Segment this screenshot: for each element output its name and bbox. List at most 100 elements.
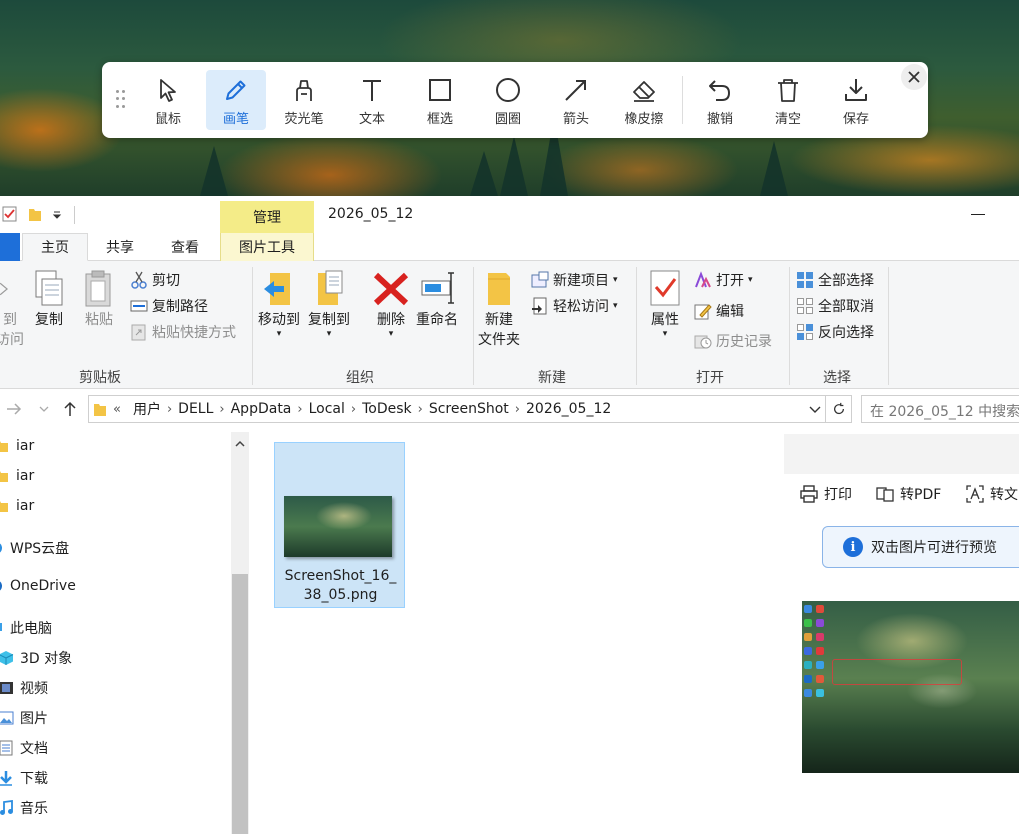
tool-highlighter[interactable]: 荧光笔 bbox=[274, 70, 334, 130]
tool-arrow[interactable]: 箭头 bbox=[546, 70, 606, 130]
chevron-right-icon[interactable]: › bbox=[219, 402, 224, 417]
recent-locations-icon[interactable] bbox=[38, 404, 50, 414]
tab-file[interactable] bbox=[0, 233, 20, 261]
tab-picture-tools[interactable]: 图片工具 bbox=[220, 233, 314, 261]
quick-access-dropdown-icon[interactable] bbox=[52, 206, 62, 222]
nav-label: 下载 bbox=[20, 771, 48, 787]
tab-view[interactable]: 查看 bbox=[152, 233, 218, 261]
cut-button[interactable]: 剪切 bbox=[130, 270, 180, 290]
easy-access-icon bbox=[532, 297, 547, 315]
copy-path-icon bbox=[130, 300, 148, 312]
chevron-down-icon[interactable] bbox=[809, 404, 821, 414]
nav-item-iar[interactable]: iar bbox=[0, 468, 34, 484]
nav-item-wps-cloud[interactable]: WPS云盘 bbox=[0, 538, 69, 558]
breadcrumb-item[interactable]: Local bbox=[309, 401, 345, 417]
address-bar[interactable]: « 用户 › DELL › AppData › Local › ToDesk › Scre… bbox=[88, 395, 826, 423]
new-item-button[interactable]: 新建项目 ▾ bbox=[531, 270, 618, 290]
open-button[interactable]: 打开 ▾ bbox=[694, 270, 753, 290]
select-none-button[interactable]: 全部取消 bbox=[796, 296, 874, 316]
breadcrumb-item[interactable]: 用户 bbox=[133, 399, 161, 419]
desktop-icon-thumb bbox=[816, 619, 824, 627]
breadcrumb-item[interactable]: ToDesk bbox=[362, 401, 412, 417]
toolbar-close-button[interactable] bbox=[901, 64, 927, 90]
tool-rectangle[interactable]: 框选 bbox=[410, 70, 470, 130]
nav-scrollbar[interactable] bbox=[231, 432, 249, 834]
drag-handle-icon[interactable] bbox=[116, 90, 126, 110]
breadcrumb-overflow[interactable]: « bbox=[113, 402, 121, 417]
tool-undo[interactable]: 撤销 bbox=[690, 70, 750, 130]
breadcrumb-item[interactable]: 2026_05_12 bbox=[526, 401, 611, 417]
nav-item-iar[interactable]: iar bbox=[0, 498, 34, 514]
chevron-right-icon[interactable]: › bbox=[167, 402, 172, 417]
file-item[interactable]: ScreenShot_16_ 38_05.png bbox=[274, 442, 405, 608]
print-button[interactable]: 打印 bbox=[800, 484, 852, 504]
nav-item-videos[interactable]: 视频 bbox=[0, 678, 48, 698]
breadcrumb-item[interactable]: ScreenShot bbox=[429, 401, 509, 417]
edit-button[interactable]: 编辑 bbox=[694, 301, 744, 321]
wallpaper-tree bbox=[500, 136, 528, 196]
up-arrow-icon[interactable] bbox=[62, 401, 78, 417]
new-folder-button[interactable]: 新建 文件夹 bbox=[478, 269, 520, 349]
select-all-button[interactable]: 全部选择 bbox=[796, 270, 874, 290]
chevron-right-icon[interactable]: › bbox=[297, 402, 302, 417]
tool-circle[interactable]: 圆圈 bbox=[478, 70, 538, 130]
music-icon bbox=[0, 800, 13, 815]
breadcrumb-item[interactable]: DELL bbox=[178, 401, 213, 417]
nav-item-iar[interactable]: iar bbox=[0, 438, 34, 454]
scroll-thumb[interactable] bbox=[232, 574, 248, 834]
nav-item-documents[interactable]: 文档 bbox=[0, 738, 48, 758]
pin-quick-access-button[interactable]: 到 访问 bbox=[0, 269, 24, 349]
onedrive-icon bbox=[0, 581, 2, 591]
forward-arrow-icon[interactable] bbox=[6, 402, 22, 416]
properties-icon bbox=[650, 270, 680, 306]
scroll-up-button[interactable] bbox=[231, 436, 249, 452]
chevron-right-icon[interactable]: › bbox=[351, 402, 356, 417]
scissors-icon bbox=[131, 271, 147, 289]
chevron-right-icon[interactable]: › bbox=[418, 402, 423, 417]
copy-to-button[interactable]: 复制到 ▾ bbox=[308, 269, 350, 339]
history-button[interactable]: 历史记录 bbox=[694, 331, 772, 351]
tab-share[interactable]: 共享 bbox=[88, 233, 152, 261]
search-input[interactable]: 在 2026_05_12 中搜索 bbox=[861, 395, 1019, 423]
folder-icon bbox=[94, 404, 106, 416]
tool-clear[interactable]: 清空 bbox=[758, 70, 818, 130]
nav-item-this-pc[interactable]: 此电脑 bbox=[0, 618, 52, 638]
minimize-button[interactable] bbox=[971, 214, 985, 215]
download-icon bbox=[0, 771, 12, 786]
tool-save[interactable]: 保存 bbox=[826, 70, 886, 130]
tool-eraser[interactable]: 橡皮擦 bbox=[614, 70, 674, 130]
tool-pen[interactable]: 画笔 bbox=[206, 70, 266, 130]
file-name: ScreenShot_16_ 38_05.png bbox=[275, 567, 406, 605]
nav-item-onedrive[interactable]: OneDrive bbox=[0, 578, 76, 594]
properties-check-icon[interactable] bbox=[2, 206, 18, 222]
copy-button[interactable]: 复制 bbox=[30, 269, 68, 329]
undo-icon bbox=[709, 80, 730, 101]
chevron-right-icon[interactable]: › bbox=[515, 402, 520, 417]
properties-button[interactable]: 属性 ▾ bbox=[646, 269, 684, 339]
nav-item-pictures[interactable]: 图片 bbox=[0, 708, 48, 728]
refresh-button[interactable] bbox=[826, 395, 852, 423]
to-text-button[interactable]: 转文 bbox=[966, 484, 1018, 504]
nav-item-music[interactable]: 音乐 bbox=[0, 798, 48, 818]
rename-button[interactable]: 重命名 bbox=[416, 269, 458, 329]
open-app-icon bbox=[695, 271, 711, 288]
new-folder-quick-icon[interactable] bbox=[28, 206, 42, 222]
invert-selection-button[interactable]: 反向选择 bbox=[796, 322, 874, 342]
tab-manage[interactable]: 管理 bbox=[220, 201, 314, 233]
nav-item-downloads[interactable]: 下载 bbox=[0, 768, 48, 788]
tab-home[interactable]: 主页 bbox=[22, 233, 88, 261]
preview-image[interactable] bbox=[802, 601, 1019, 773]
copy-path-button[interactable]: 复制路径 bbox=[130, 296, 208, 316]
delete-button[interactable]: 删除 ▾ bbox=[372, 269, 410, 339]
breadcrumb-item[interactable]: AppData bbox=[231, 401, 292, 417]
tool-text[interactable]: 文本 bbox=[342, 70, 402, 130]
paste-shortcut-button[interactable]: 粘贴快捷方式 bbox=[130, 322, 236, 342]
easy-access-button[interactable]: 轻松访问 ▾ bbox=[531, 296, 618, 316]
to-pdf-button[interactable]: 转PDF bbox=[876, 484, 941, 504]
cloud-icon bbox=[0, 543, 2, 553]
move-to-button[interactable]: 移动到 ▾ bbox=[258, 269, 300, 339]
preview-hint-text: 双击图片可进行预览 bbox=[871, 540, 997, 556]
nav-item-3d-objects[interactable]: 3D 对象 bbox=[0, 648, 72, 668]
tool-cursor[interactable]: 鼠标 bbox=[138, 70, 198, 130]
paste-button[interactable]: 粘贴 bbox=[80, 269, 118, 329]
